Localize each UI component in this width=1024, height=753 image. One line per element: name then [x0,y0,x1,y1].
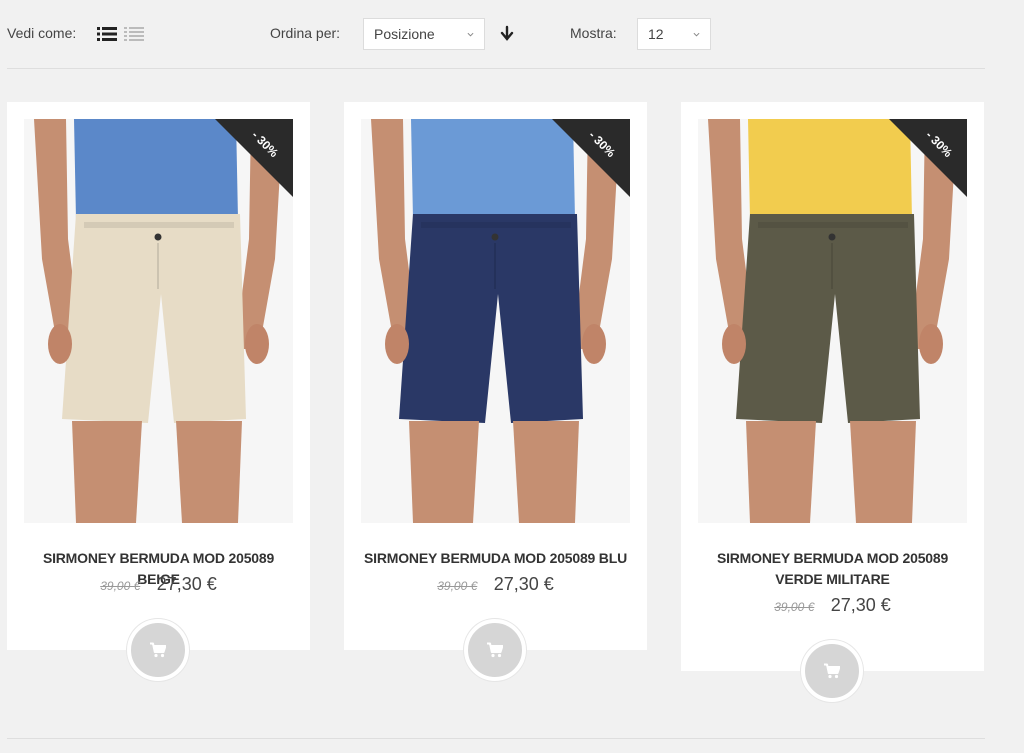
product-card[interactable]: - 30% SIRMONEY BERMUDA MOD 205089 BEIGE … [7,102,310,681]
add-to-cart-button[interactable] [464,619,526,681]
old-price: 39,00 € [437,579,478,593]
product-prices: 39,00 € 27,30 € [344,574,647,595]
show-label: Mostra: [570,25,617,41]
sort-select[interactable]: Posizione [363,18,485,50]
old-price: 39,00 € [100,579,141,593]
cart-icon [150,642,166,658]
arrow-down-icon[interactable] [499,25,515,43]
view-as-label: Vedi come: [7,25,77,41]
product-prices: 39,00 € 27,30 € [681,595,984,616]
sort-select-value: Posizione [374,26,435,42]
show-select-value: 12 [648,26,664,42]
chevron-down-icon [467,32,474,37]
product-name[interactable]: SIRMONEY BERMUDA MOD 205089 VERDE MILITA… [701,548,964,590]
sort-label: Ordina per: [270,25,341,41]
add-to-cart-button[interactable] [801,640,863,702]
cart-icon [824,663,840,679]
toolbar-divider [7,68,985,69]
product-image[interactable]: - 30% [698,119,967,523]
chevron-down-icon [693,32,700,37]
show-select[interactable]: 12 [637,18,711,50]
current-price: 27,30 € [830,595,891,615]
current-price: 27,30 € [156,574,217,594]
product-image[interactable]: - 30% [361,119,630,523]
toolbar: Vedi come: Ordina per: Posizione Mostra:… [0,0,1024,68]
cart-icon [487,642,503,658]
product-card[interactable]: - 30% SIRMONEY BERMUDA MOD 205089 BLU 39… [344,102,647,681]
product-prices: 39,00 € 27,30 € [7,574,310,595]
product-card[interactable]: - 30% SIRMONEY BERMUDA MOD 205089 VERDE … [681,102,984,702]
current-price: 27,30 € [493,574,554,594]
bottom-divider [7,738,985,739]
add-to-cart-button[interactable] [127,619,189,681]
product-name[interactable]: SIRMONEY BERMUDA MOD 205089 BLU [364,548,627,569]
list-view-icon[interactable] [97,26,117,42]
grid-view-icon[interactable] [124,26,144,42]
product-image[interactable]: - 30% [24,119,293,523]
old-price: 39,00 € [774,600,815,614]
